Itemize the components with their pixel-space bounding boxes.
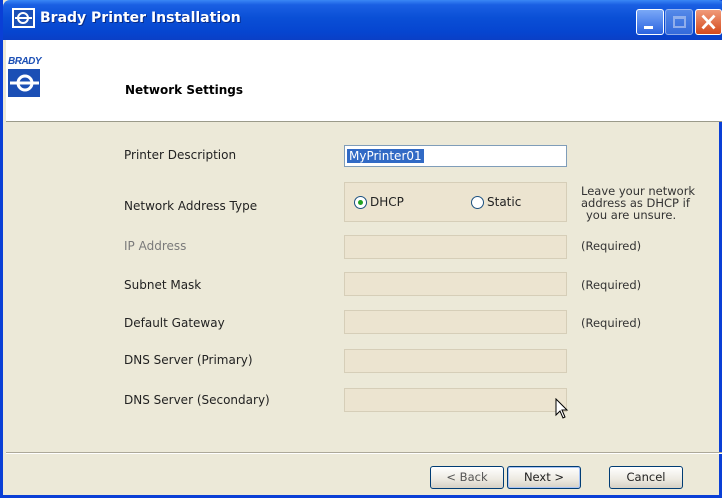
printer-description-input[interactable]: MyPrinter01 [344,145,567,167]
installer-window: Brady Printer Installation BRADY Network… [0,0,722,498]
maximize-icon [673,16,686,28]
subnet-mask-required: (Required) [581,278,642,292]
dhcp-label[interactable]: DHCP [370,195,404,209]
mouse-cursor-icon [555,398,569,419]
dhcp-help-note: Leave your network address as DHCP if yo… [581,185,701,221]
settings-panel: Printer Description MyPrinter01 Network … [25,123,705,437]
network-address-type-group: DHCP Static [344,182,567,222]
footer-divider [6,452,722,454]
radio-selected-dot [358,200,363,205]
close-button[interactable] [695,9,722,35]
default-gateway-input[interactable] [344,310,567,334]
dns-secondary-input[interactable] [344,388,567,412]
default-gateway-required: (Required) [581,316,642,330]
subnet-mask-label: Subnet Mask [124,278,202,292]
cancel-button[interactable]: Cancel [609,466,683,489]
minimize-button[interactable] [636,9,664,35]
back-button[interactable]: < Back [430,466,504,489]
network-address-type-label: Network Address Type [124,199,258,213]
next-button[interactable]: Next > [507,466,581,489]
ip-address-input[interactable] [344,235,567,259]
subnet-mask-input[interactable] [344,272,567,296]
printer-description-value: MyPrinter01 [347,149,424,163]
dns-primary-input[interactable] [344,349,567,373]
printer-description-label: Printer Description [124,148,237,162]
minimize-icon [644,26,653,29]
brady-logo-text: BRADY [8,56,42,67]
static-radio[interactable] [471,196,484,209]
dns-primary-label: DNS Server (Primary) [124,353,253,367]
ip-address-required: (Required) [581,239,642,253]
brady-logo-icon [8,69,40,97]
window-title: Brady Printer Installation [40,10,241,26]
dhcp-radio[interactable] [354,196,367,209]
default-gateway-label: Default Gateway [124,316,225,330]
dns-secondary-label: DNS Server (Secondary) [124,393,270,407]
static-label[interactable]: Static [487,195,521,209]
close-icon [701,14,716,30]
brady-app-icon [12,8,35,28]
maximize-button[interactable] [665,9,693,35]
dhcp-help-line: you are unsure. [586,208,677,222]
title-bar[interactable]: Brady Printer Installation [3,0,722,40]
wizard-header: BRADY Network Settings [6,40,722,122]
ip-address-label: IP Address [124,239,187,253]
page-title: Network Settings [125,83,243,97]
